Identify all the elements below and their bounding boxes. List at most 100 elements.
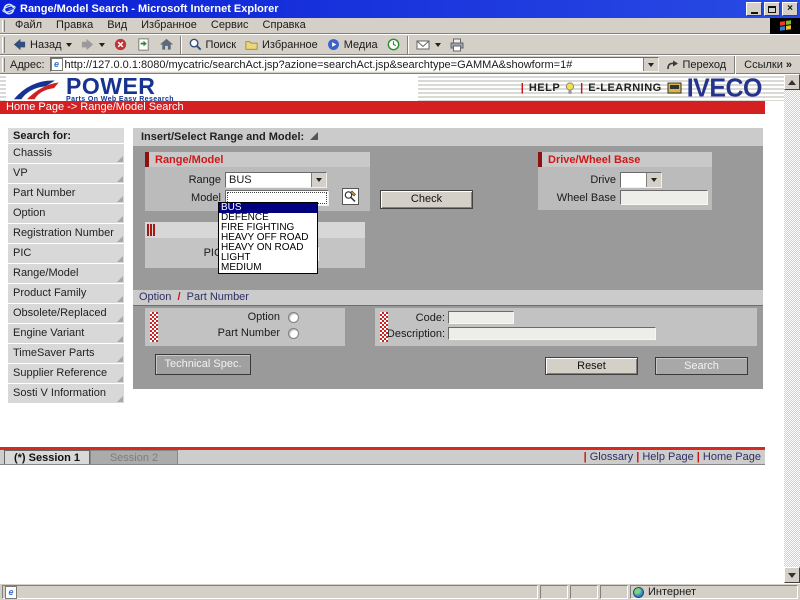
wheel-base-input[interactable]: [620, 190, 708, 205]
media-button[interactable]: Медиа: [322, 35, 382, 55]
option-radio[interactable]: [288, 312, 299, 323]
sidebar-item-option[interactable]: Option: [8, 204, 124, 223]
stop-button[interactable]: [109, 35, 132, 55]
toolbar-grab-handle[interactable]: [2, 37, 5, 53]
search-button[interactable]: Поиск: [184, 35, 240, 55]
go-arrow-icon: [665, 58, 679, 72]
red-triple-bar-icon: [147, 224, 155, 236]
status-zone-pane: Интернет: [630, 585, 798, 599]
glossary-link[interactable]: Glossary: [590, 451, 633, 463]
description-input[interactable]: [448, 327, 656, 340]
status-page-icon: e: [5, 586, 17, 599]
window-title: Range/Model Search - Microsoft Internet …: [20, 3, 744, 15]
menu-edit[interactable]: Правка: [49, 18, 100, 33]
tab-session-2[interactable]: Session 2: [90, 450, 178, 464]
wheel-base-label: Wheel Base: [538, 192, 616, 204]
menu-favorites[interactable]: Избранное: [134, 18, 204, 33]
help-link[interactable]: HELP: [529, 82, 560, 94]
go-button[interactable]: Переход: [659, 55, 732, 74]
sidebar-item-supplier-reference[interactable]: Supplier Reference: [8, 364, 124, 383]
elearning-link[interactable]: E-LEARNING: [588, 82, 661, 94]
mail-button[interactable]: [411, 35, 445, 55]
sidebar-item-obsolete-replaced[interactable]: Obsolete/Replaced: [8, 304, 124, 323]
close-button[interactable]: ×: [782, 2, 798, 16]
history-clock-icon: [386, 37, 401, 52]
help-page-link[interactable]: Help Page: [642, 451, 693, 463]
sidebar: Search for: Chassis VP Part Number Optio…: [8, 128, 124, 404]
iveco-logo: IVECO: [687, 76, 762, 100]
corner-fold-icon: [117, 176, 123, 182]
sidebar-item-product-family[interactable]: Product Family: [8, 284, 124, 303]
range-dropdown-button[interactable]: [311, 173, 326, 187]
search-submit-button[interactable]: Search: [655, 357, 748, 375]
status-pane: [540, 585, 568, 599]
drive-wheel-title: Drive/Wheel Base: [542, 154, 640, 166]
red-dotted-bar: [380, 312, 388, 342]
address-url: http://127.0.0.1:8080/mycatric/searchAct…: [63, 59, 644, 71]
drive-dropdown-button[interactable]: [646, 173, 661, 187]
address-dropdown-button[interactable]: [643, 58, 658, 71]
range-value: BUS: [226, 173, 311, 187]
maximize-button[interactable]: [764, 2, 780, 16]
minimize-button[interactable]: [746, 2, 762, 16]
code-input[interactable]: [448, 311, 514, 324]
go-label: Переход: [682, 59, 726, 71]
history-button[interactable]: [382, 35, 405, 55]
sidebar-item-registration-number[interactable]: Registration Number: [8, 224, 124, 243]
sidebar-item-range-model[interactable]: Range/Model: [8, 264, 124, 283]
ie-logo-icon: [2, 2, 16, 16]
up-arrow-icon: [788, 80, 796, 85]
part-number-radio[interactable]: [288, 328, 299, 339]
collapse-triangle-icon[interactable]: [310, 132, 318, 140]
elearning-icon: [667, 82, 682, 94]
sidebar-item-pic[interactable]: PIC: [8, 244, 124, 263]
check-button[interactable]: Check: [380, 190, 473, 209]
sidebar-item-part-number[interactable]: Part Number: [8, 184, 124, 203]
drive-select[interactable]: [620, 172, 662, 188]
toolbar: Назад Поиск Избранное Медиа: [0, 34, 800, 55]
scroll-up-button[interactable]: [784, 74, 800, 90]
forward-arrow-icon: [80, 37, 95, 52]
menu-help[interactable]: Справка: [256, 18, 313, 33]
title-bar: Range/Model Search - Microsoft Internet …: [0, 0, 800, 18]
reset-button[interactable]: Reset: [545, 357, 638, 375]
model-label: Model: [145, 192, 221, 204]
header-band: POWER Parts On Web Easy Research | HELP …: [0, 74, 784, 101]
tab-session-1[interactable]: (*) Session 1: [4, 450, 90, 464]
menu-tools[interactable]: Сервис: [204, 18, 256, 33]
menu-grab-handle[interactable]: [2, 20, 5, 32]
home-page-link[interactable]: Home Page: [703, 451, 761, 463]
sidebar-item-sosti-v-information[interactable]: Sosti V Information: [8, 384, 124, 403]
status-bar: e Интернет: [0, 583, 800, 600]
dropdown-option-medium[interactable]: MEDIUM: [219, 263, 317, 273]
home-icon: [159, 37, 174, 52]
menu-file[interactable]: Файл: [8, 18, 49, 33]
sidebar-item-engine-variant[interactable]: Engine Variant: [8, 324, 124, 343]
forward-button[interactable]: [76, 35, 109, 55]
home-button[interactable]: [155, 35, 178, 55]
page-ie-icon: e: [51, 58, 63, 71]
scroll-down-button[interactable]: [784, 567, 800, 583]
back-button[interactable]: Назад: [8, 35, 76, 55]
back-arrow-icon: [12, 37, 27, 52]
sidebar-item-vp[interactable]: VP: [8, 164, 124, 183]
model-lookup-button[interactable]: [342, 188, 359, 205]
links-label: Ссылки: [744, 59, 783, 71]
sidebar-item-timesaver-parts[interactable]: TimeSaver Parts: [8, 344, 124, 363]
search-icon: [188, 37, 203, 52]
address-input[interactable]: e http://127.0.0.1:8080/mycatric/searchA…: [50, 57, 660, 72]
refresh-button[interactable]: [132, 35, 155, 55]
range-select[interactable]: BUS: [225, 172, 327, 188]
toolbar-separator: [407, 36, 409, 54]
option-part-title-right: Part Number: [187, 291, 249, 303]
menu-view[interactable]: Вид: [100, 18, 134, 33]
sidebar-item-chassis[interactable]: Chassis: [8, 144, 124, 163]
links-button[interactable]: Ссылки »: [738, 55, 798, 74]
browser-window: Range/Model Search - Microsoft Internet …: [0, 0, 800, 600]
vertical-scrollbar[interactable]: [784, 74, 800, 583]
print-button[interactable]: [445, 35, 469, 55]
media-label: Медиа: [344, 39, 378, 51]
address-grab-handle[interactable]: [2, 58, 5, 72]
favorites-button[interactable]: Избранное: [240, 35, 322, 55]
technical-spec-button[interactable]: Technical Spec.: [155, 354, 251, 375]
